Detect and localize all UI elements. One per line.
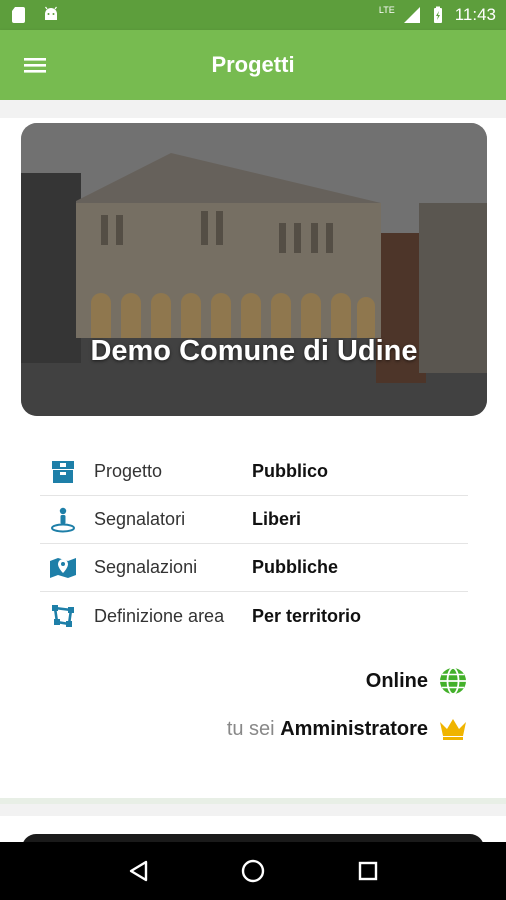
info-value: Liberi	[252, 509, 302, 529]
clock: 11:43	[454, 5, 496, 24]
back-icon	[129, 860, 147, 882]
navigation-bar	[0, 842, 506, 900]
project-info-list: Progetto Pubblico Segnalatori Liberi Seg…	[40, 448, 468, 640]
info-row-reports: Segnalazioni Pubbliche	[40, 544, 468, 592]
next-card-header	[22, 834, 484, 842]
info-value: Pubblico	[252, 461, 328, 481]
android-icon	[45, 6, 57, 20]
map-pin-icon	[50, 557, 76, 578]
info-label: Segnalatori	[94, 509, 186, 529]
info-label: Definizione area	[94, 605, 225, 626]
home-button[interactable]	[233, 851, 273, 891]
status-bar: LTE 11:43	[0, 0, 506, 30]
lte-signal-icon	[403, 7, 420, 23]
connection-status: Online	[366, 666, 468, 696]
sd-card-icon	[12, 7, 25, 23]
info-value: Pubbliche	[252, 557, 339, 577]
recents-icon	[359, 861, 378, 881]
globe-icon	[440, 667, 466, 695]
menu-button[interactable]	[0, 30, 70, 100]
role-name: Amministratore	[280, 717, 428, 740]
user-role: tu sei Amministratore	[227, 716, 468, 742]
info-row-area: Definizione area Per territorio	[40, 592, 468, 640]
info-value: Per territorio	[252, 605, 362, 626]
hamburger-menu-icon	[24, 58, 46, 73]
project-image[interactable]: Demo Comune di Udine	[21, 123, 487, 416]
recents-button[interactable]	[348, 851, 388, 891]
page-title: Progetti	[211, 52, 295, 77]
role-prefix: tu sei	[226, 717, 275, 740]
content-area: Demo Comune di Udine Progetto Pubblico S…	[0, 100, 506, 842]
project-name: Demo Comune di Udine	[90, 335, 418, 367]
udine-loggia-photo	[21, 123, 487, 416]
info-label: Segnalazioni	[94, 557, 198, 577]
info-row-reporters: Segnalatori Liberi	[40, 496, 468, 544]
home-icon	[241, 859, 265, 883]
network-type: LTE	[378, 5, 395, 15]
info-label: Progetto	[94, 461, 163, 481]
box-icon	[52, 460, 74, 483]
person-pin-icon	[51, 507, 75, 532]
connection-label: Online	[365, 669, 428, 692]
back-button[interactable]	[118, 851, 158, 891]
battery-charging-icon	[433, 6, 442, 23]
project-card[interactable]: Demo Comune di Udine Progetto Pubblico S…	[0, 118, 506, 798]
info-row-project: Progetto Pubblico	[40, 448, 468, 496]
crown-icon	[440, 719, 466, 740]
app-bar: Progetti	[0, 30, 506, 100]
area-icon	[52, 605, 74, 627]
section-divider	[0, 798, 506, 804]
